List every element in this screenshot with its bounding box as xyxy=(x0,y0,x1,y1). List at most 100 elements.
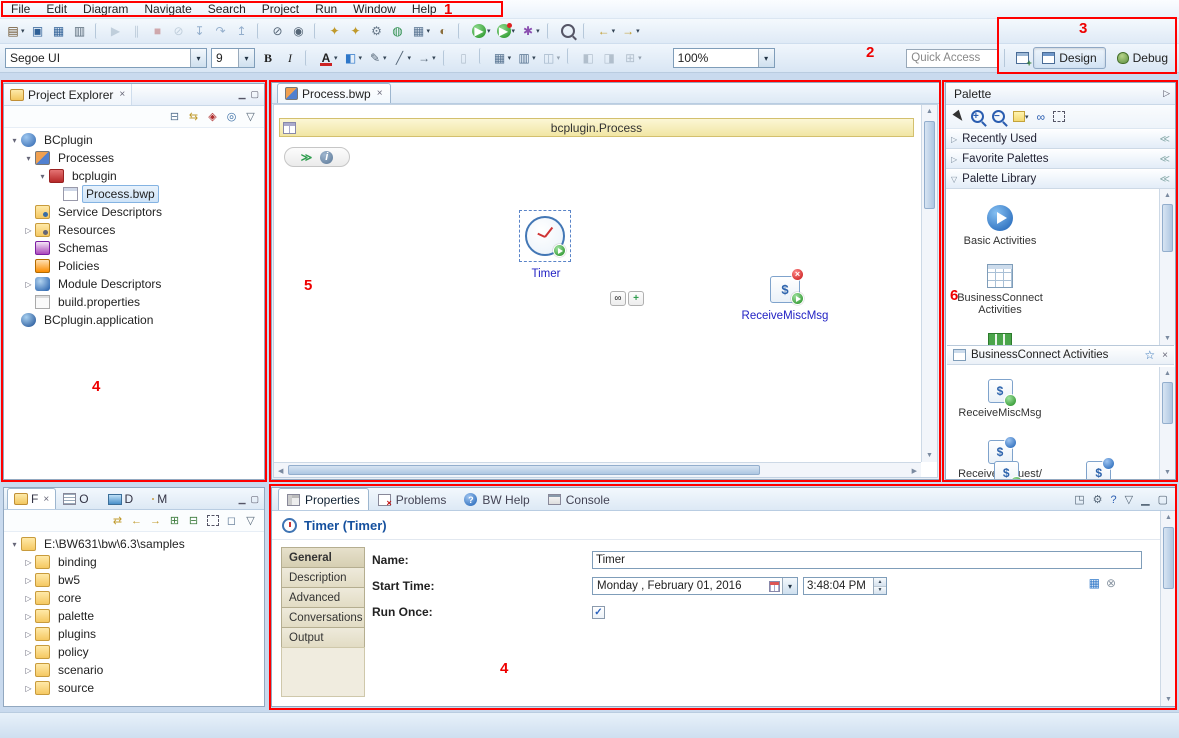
toolbar-button[interactable]: ✱ ▾ xyxy=(519,21,542,41)
palette-item[interactable]: BusinessConnect Activities xyxy=(950,264,1050,317)
toolbar-button[interactable]: ⊘ xyxy=(269,21,288,41)
menu-item[interactable]: Window xyxy=(345,0,404,18)
properties-section-tab[interactable]: Conversations xyxy=(281,607,365,628)
toolbar-button[interactable]: ? xyxy=(1111,494,1117,506)
palette-tool-button[interactable]: + xyxy=(971,110,984,123)
toolbar-button[interactable]: ↧ xyxy=(191,21,210,41)
expander-icon[interactable]: ▾ xyxy=(8,136,21,145)
view-tab[interactable]: O xyxy=(56,488,100,509)
tree-item[interactable]: ▷ palette xyxy=(6,607,264,625)
menu-item[interactable]: Project xyxy=(254,0,307,18)
toolbar-button[interactable]: ⚙ xyxy=(1093,493,1103,506)
toolbar-button[interactable]: ◳ xyxy=(1074,493,1084,506)
bold-button[interactable]: B xyxy=(258,48,278,68)
toolbar-button[interactable]: ◍ xyxy=(389,21,408,41)
section-expander-icon[interactable]: ▽ xyxy=(951,175,957,184)
toolbar-button[interactable]: ◨ xyxy=(600,48,619,68)
section-expander-icon[interactable]: ▷ xyxy=(951,135,957,144)
view-tab[interactable]: M xyxy=(145,488,179,509)
info-icon[interactable]: i xyxy=(320,151,333,164)
palette-section-header[interactable]: ▽ Palette Library ≪ xyxy=(946,169,1175,189)
minimize-icon[interactable]: ▁ xyxy=(239,89,246,100)
toolbar-button[interactable]: ⇆ xyxy=(187,110,200,123)
expander-icon[interactable]: ▷ xyxy=(22,226,35,235)
scroll-down-icon[interactable] xyxy=(1160,469,1175,476)
tree-item[interactable]: ▾ bcplugin xyxy=(6,167,264,185)
menu-item[interactable]: Edit xyxy=(38,0,75,18)
scroll-right-icon[interactable] xyxy=(912,467,917,475)
tree-item[interactable]: Policies xyxy=(6,257,264,275)
expander-icon[interactable]: ▷ xyxy=(22,630,35,639)
run-once-checkbox[interactable]: ✓ xyxy=(592,606,605,619)
start-time-spinner[interactable]: 3:48:04 PM xyxy=(803,577,887,595)
menu-item[interactable]: Diagram xyxy=(75,0,136,18)
toolbar-button[interactable]: ◎ xyxy=(225,110,238,123)
section-pin-icon[interactable]: ≪ xyxy=(1160,154,1170,165)
maximize-icon[interactable]: ▢ xyxy=(250,89,259,100)
toolbar-button[interactable]: ← ▾ xyxy=(595,21,618,41)
spin-up-icon[interactable] xyxy=(874,578,886,586)
scroll-down-icon[interactable] xyxy=(1160,335,1175,342)
toolbar-button[interactable]: ▶ ▾ xyxy=(470,21,493,41)
toolbar-button[interactable]: ▯ xyxy=(455,48,474,68)
toolbar-button[interactable]: ◧ ▾ xyxy=(342,48,365,68)
toolbar-button[interactable]: ▦ ▾ xyxy=(491,48,514,68)
tree-item[interactable]: build.properties xyxy=(6,293,264,311)
link-handle-icon[interactable]: ∞ xyxy=(610,291,626,306)
tree-item[interactable]: Schemas xyxy=(6,239,264,257)
toolbar-button[interactable]: ⊟ xyxy=(168,110,181,123)
section-pin-icon[interactable]: ≪ xyxy=(1160,174,1170,185)
collapse-palette-icon[interactable]: ▷ xyxy=(1163,88,1170,99)
view-tab[interactable]: D xyxy=(101,488,146,509)
expander-icon[interactable]: ▷ xyxy=(22,594,35,603)
combo-arrow-icon[interactable] xyxy=(758,49,774,67)
palette-item[interactable]: CICS xyxy=(950,333,1050,346)
toolbar-button[interactable]: ✦ xyxy=(326,21,345,41)
expander-icon[interactable]: ▷ xyxy=(22,576,35,585)
tree-item[interactable]: ▾ E:\BW631\bw\6.3\samples xyxy=(6,535,264,553)
view-tab[interactable]: Console xyxy=(539,488,619,510)
toolbar-button[interactable]: ↥ xyxy=(233,21,252,41)
font-family-combo[interactable]: Segoe UI xyxy=(5,48,207,68)
debug-perspective-button[interactable]: Debug xyxy=(1109,47,1176,69)
businessconnect-drawer-header[interactable]: BusinessConnect Activities ☆ × xyxy=(947,345,1174,365)
toolbar-button[interactable]: ⊞ xyxy=(168,514,181,527)
toolbar-button[interactable]: ■ xyxy=(149,21,168,41)
view-tab[interactable]: Properties xyxy=(278,488,369,510)
expander-icon[interactable]: ▾ xyxy=(8,540,21,549)
toolbar-button[interactable]: ⊘ xyxy=(170,21,189,41)
palette-tool-button[interactable]: ▾ xyxy=(1013,111,1029,122)
tree-item[interactable]: ▷ core xyxy=(6,589,264,607)
palette-section-header[interactable]: ▷ Recently Used ≪ xyxy=(946,129,1175,149)
field-action-button[interactable]: ⊗ xyxy=(1106,576,1116,590)
toolbar-button[interactable]: ▽ xyxy=(1125,493,1133,506)
toolbar-button[interactable]: ← xyxy=(130,515,143,527)
toolbar-button[interactable] xyxy=(314,23,321,39)
toolbar-button[interactable] xyxy=(567,48,574,64)
section-pin-icon[interactable]: ≪ xyxy=(1160,134,1170,145)
toolbar-button[interactable]: ◧ xyxy=(579,48,598,68)
menu-item[interactable]: Help xyxy=(404,0,445,18)
favorite-star-icon[interactable]: ☆ xyxy=(1144,348,1155,362)
palette-tool-button[interactable]: ∞ xyxy=(1037,110,1046,124)
toolbar-button[interactable]: → ▾ xyxy=(415,48,438,68)
toolbar-button[interactable]: → ▾ xyxy=(619,21,642,41)
toolbar-button[interactable]: ⊟ xyxy=(187,514,200,527)
tree-item[interactable]: ▷ binding xyxy=(6,553,264,571)
scroll-up-icon[interactable] xyxy=(922,108,937,115)
toolbar-button[interactable]: ▶ ▾ xyxy=(495,21,518,41)
process-scope-header[interactable]: bcplugin.Process xyxy=(279,118,914,137)
scroll-left-icon[interactable] xyxy=(278,467,283,475)
project-explorer-view-tab[interactable]: Project Explorer × xyxy=(4,84,132,105)
toolbar-button[interactable]: ▦ ▾ xyxy=(410,21,433,41)
tree-item[interactable]: Process.bwp xyxy=(6,185,264,203)
start-event-icon[interactable]: ≫ xyxy=(301,151,313,164)
tree-item[interactable]: ▷ bw5 xyxy=(6,571,264,589)
tree-item[interactable]: ▾ BCplugin xyxy=(6,131,264,149)
maximize-icon[interactable]: ▢ xyxy=(250,494,259,505)
tree-item[interactable]: ▷ Module Descriptors xyxy=(6,275,264,293)
add-handle-icon[interactable]: + xyxy=(628,291,644,306)
tree-item[interactable]: ▷ scenario xyxy=(6,661,264,679)
toolbar-button[interactable]: ⚙ xyxy=(368,21,387,41)
close-icon[interactable]: × xyxy=(1162,350,1168,361)
